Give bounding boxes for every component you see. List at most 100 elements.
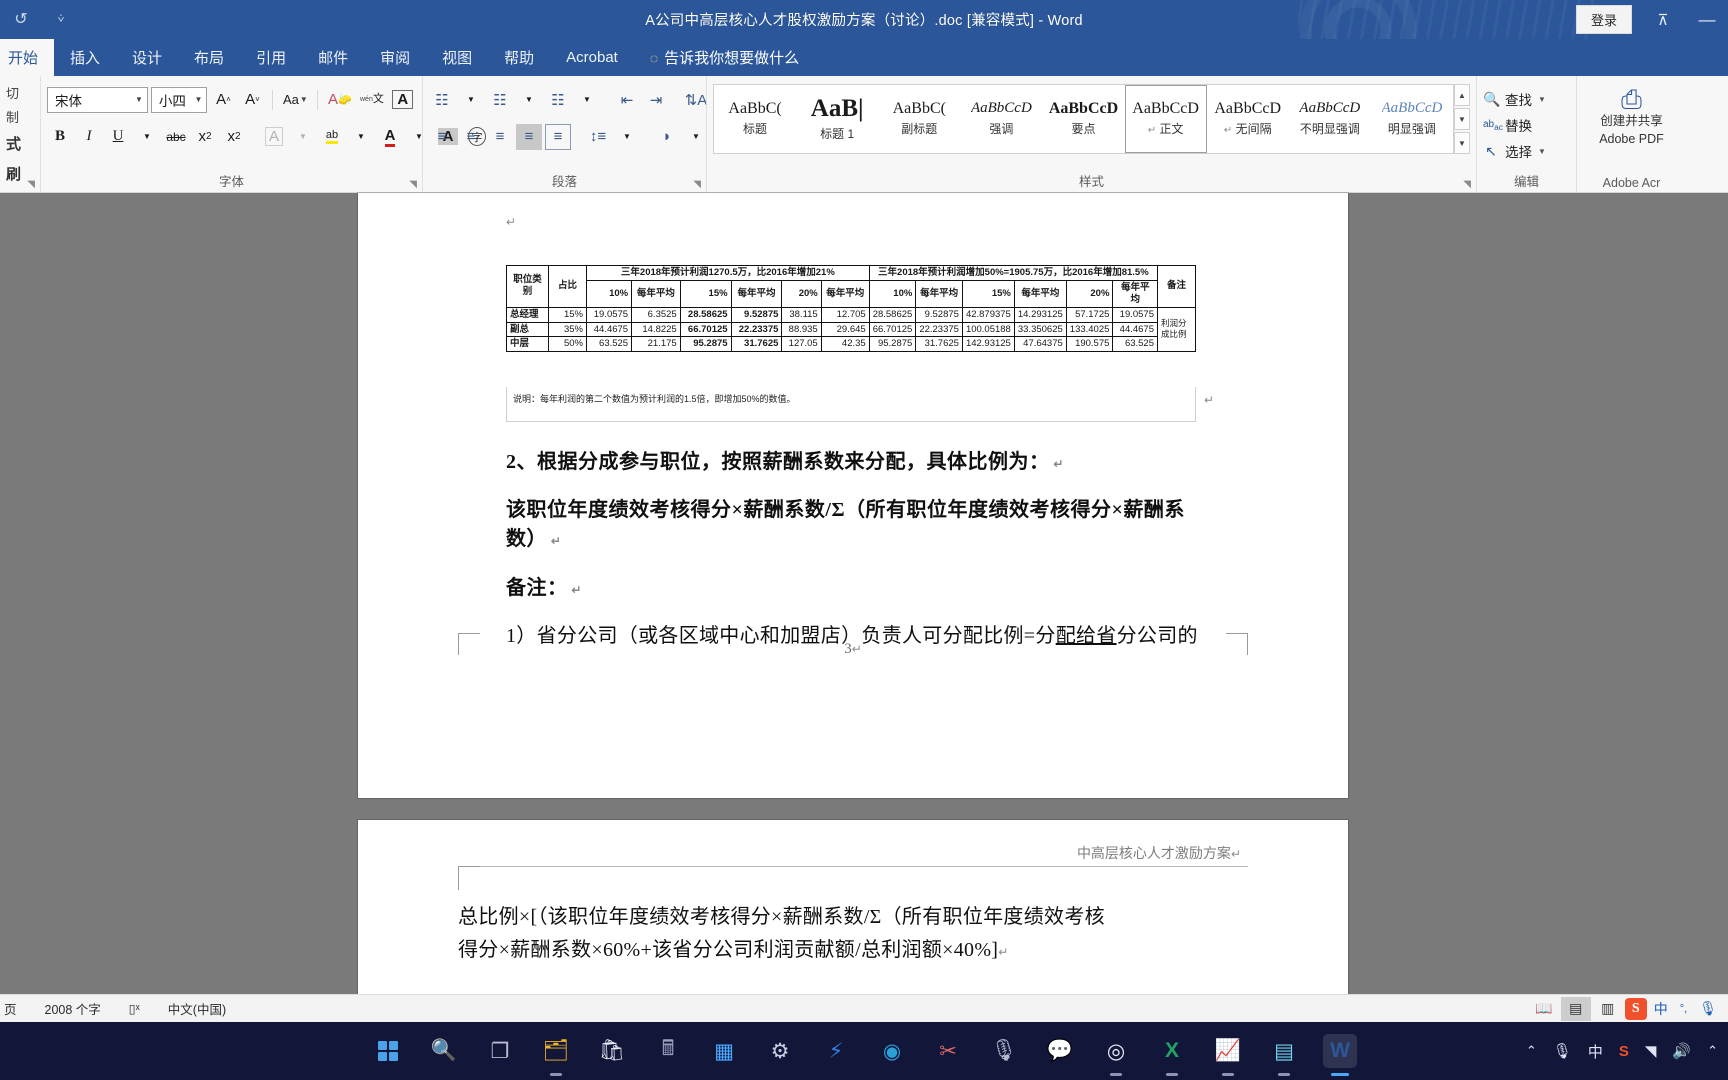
file-explorer-icon[interactable]: 🗂 [539, 1034, 573, 1076]
style-item-subtle-emphasis[interactable]: AaBbCcD 不明显强调 [1289, 85, 1371, 153]
shading-icon[interactable]: ◗ [654, 124, 680, 150]
settings-icon[interactable]: ⚙ [763, 1034, 797, 1068]
decrease-indent-icon[interactable]: ⇤ [614, 87, 640, 113]
character-border-icon[interactable]: A [390, 87, 417, 113]
chart-app-icon[interactable]: 📈 [1211, 1034, 1245, 1076]
tray-ime-indicator[interactable]: 中 [1588, 1041, 1603, 1062]
strikethrough-icon[interactable]: abc [163, 124, 189, 150]
language-indicator[interactable]: 中文(中国) [154, 999, 240, 1018]
task-view-icon[interactable]: ❐ [483, 1034, 517, 1068]
select-button[interactable]: ↖ 选择 ▼ [1483, 138, 1570, 164]
show-hidden-icons-icon[interactable]: ⌃ [1526, 1043, 1537, 1059]
align-left-icon[interactable]: ≡ [429, 124, 455, 150]
text-effects-dropdown-icon[interactable]: ▼ [290, 124, 316, 150]
subscript-icon[interactable]: x2 [192, 124, 218, 150]
find-button[interactable]: 🔍 查找 ▼ [1483, 86, 1570, 112]
document-canvas[interactable]: ↵ 职位类别 占比 三年2018年预计利润1270.5万，比2016年增加21%… [0, 193, 1728, 994]
style-item-strong[interactable]: AaBbCcD 要点 [1042, 85, 1124, 153]
change-case-icon[interactable]: Aa ▼ [280, 87, 310, 113]
tray-expand-icon[interactable]: ⌃ [1707, 1043, 1718, 1059]
styles-scrollbar[interactable]: ▲ ▼ ▼ [1454, 84, 1470, 154]
underline-icon[interactable]: U [105, 124, 131, 150]
style-item-normal[interactable]: AaBbCcD ↵ 正文 [1124, 85, 1207, 153]
text-effects-icon[interactable]: A [261, 124, 287, 150]
style-item-title[interactable]: AaBbC( 标题 [714, 85, 796, 153]
grow-font-icon[interactable]: A ˄ [210, 87, 236, 113]
tab-acrobat[interactable]: Acrobat [550, 39, 634, 76]
read-mode-button[interactable]: 📖 [1529, 997, 1559, 1021]
phonetic-guide-icon[interactable]: wén 文 [357, 87, 386, 113]
superscript-icon[interactable]: x2 [221, 124, 247, 150]
copy-button[interactable]: 制 [6, 106, 34, 130]
format-painter-button[interactable]: 式刷 [6, 130, 34, 183]
increase-indent-icon[interactable]: ⇥ [643, 87, 669, 113]
word-count[interactable]: 2008 个字 [31, 999, 115, 1018]
web-layout-button[interactable]: ▥ [1593, 997, 1623, 1021]
line-spacing-icon[interactable]: ↕≡ [585, 124, 611, 150]
sogou-ime-icon[interactable]: S [1624, 997, 1647, 1020]
search-icon[interactable]: 🔍 [427, 1034, 461, 1068]
recorder-icon[interactable]: 🎙 [987, 1034, 1021, 1068]
volume-icon[interactable]: 🔊 [1672, 1042, 1691, 1060]
document-page-2[interactable]: 中高层核心人才激励方案↵ 总比例×[（该职位年度绩效考核得分×薪酬系数/Σ（所有… [358, 820, 1348, 994]
thunder-app-icon[interactable]: ⚡ [819, 1034, 853, 1068]
tab-home[interactable]: 开始 [0, 39, 55, 76]
tab-insert[interactable]: 插入 [54, 39, 116, 76]
word-icon[interactable]: W [1323, 1034, 1357, 1076]
page-indicator[interactable]: 页 [0, 999, 31, 1018]
align-center-icon[interactable]: ≡ [458, 124, 484, 150]
paragraph-dialog-launcher[interactable]: ◥ [693, 179, 701, 190]
italic-icon[interactable]: I [76, 124, 102, 150]
numbering-icon[interactable]: ☷ [487, 87, 513, 113]
styles-dialog-launcher[interactable]: ◥ [1463, 179, 1471, 190]
font-name-combobox[interactable]: 宋体 ▼ [47, 86, 148, 113]
highlight-dropdown-icon[interactable]: ▼ [348, 124, 374, 150]
ribbon-tab-strip[interactable]: 开始 插入 设计 布局 引用 邮件 审阅 视图 帮助 Acrobat ◌ 告诉我… [0, 39, 1728, 76]
calculator-icon[interactable]: 🖩 [651, 1034, 685, 1068]
minimize-button[interactable]: — [1694, 10, 1720, 30]
document-page-1[interactable]: ↵ 职位类别 占比 三年2018年预计利润1270.5万，比2016年增加21%… [358, 193, 1348, 798]
style-item-no-spacing[interactable]: AaBbCcD ↵ 无间隔 [1207, 85, 1289, 153]
style-item-emphasis[interactable]: AaBbCcD 强调 [960, 85, 1042, 153]
clear-formatting-icon[interactable]: A 🧽 [325, 87, 354, 113]
tray-sogou-icon[interactable]: S [1619, 1043, 1629, 1060]
tell-me-box[interactable]: ◌ 告诉我你想要做什么 [634, 39, 815, 76]
shrink-font-icon[interactable]: A ˅ [239, 87, 265, 113]
microphone-icon[interactable]: 🎙 [1694, 1000, 1722, 1017]
font-size-combobox[interactable]: 小四 ▼ [150, 86, 208, 113]
styles-more-icon[interactable]: ▼ [1454, 132, 1470, 154]
create-share-pdf-button[interactable]: ⎙ 创建并共享 Adobe PDF [1583, 80, 1680, 147]
start-button[interactable] [371, 1034, 405, 1068]
tab-mailings[interactable]: 邮件 [302, 39, 364, 76]
notepad-icon[interactable]: ▤ [1267, 1034, 1301, 1076]
styles-gallery[interactable]: AaBbC( 标题 AaB| 标题 1 AaBbC( 副标题 AaBbCcD 强… [713, 84, 1454, 154]
underline-dropdown-icon[interactable]: ▼ [134, 124, 160, 150]
tab-view[interactable]: 视图 [426, 39, 488, 76]
replace-button[interactable]: abac 替换 [1483, 112, 1570, 138]
print-layout-button[interactable]: ▤ [1560, 996, 1591, 1021]
bold-icon[interactable]: B [47, 124, 73, 150]
tab-help[interactable]: 帮助 [488, 39, 550, 76]
microsoft-store-icon[interactable]: 🛍 [595, 1034, 629, 1068]
clipboard-dialog-launcher[interactable]: ◥ [27, 179, 35, 190]
obs-studio-icon[interactable]: ◎ [1099, 1034, 1133, 1076]
tray-microphone-icon[interactable]: 🎙 [1553, 1042, 1572, 1060]
distribute-icon[interactable]: ≡ [545, 123, 571, 150]
bullets-dropdown-icon[interactable]: ▼ [458, 87, 484, 113]
font-dialog-launcher[interactable]: ◥ [409, 179, 417, 190]
align-right-icon[interactable]: ≡ [487, 124, 513, 150]
style-item-intense-emphasis[interactable]: AaBbCcD 明显强调 [1371, 85, 1453, 153]
tab-design[interactable]: 设计 [116, 39, 178, 76]
bullets-icon[interactable]: ☷ [429, 87, 455, 113]
text-highlight-color-icon[interactable]: ab [319, 124, 345, 150]
excel-icon[interactable]: X [1155, 1034, 1189, 1076]
media-app-icon[interactable]: ▦ [707, 1034, 741, 1068]
spell-check-icon[interactable]: ▯ˣ [115, 1001, 154, 1016]
styles-scroll-up-icon[interactable]: ▲ [1454, 84, 1470, 106]
cut-button[interactable]: 切 [6, 82, 34, 106]
sign-in-button[interactable]: 登录 [1575, 5, 1632, 34]
ribbon-display-options-icon[interactable]: ⊼ [1650, 11, 1676, 29]
ime-punctuation-icon[interactable]: °, [1675, 1003, 1692, 1015]
edge-browser-icon[interactable]: ◉ [875, 1034, 909, 1068]
wechat-icon[interactable]: 💬 [1043, 1034, 1077, 1068]
